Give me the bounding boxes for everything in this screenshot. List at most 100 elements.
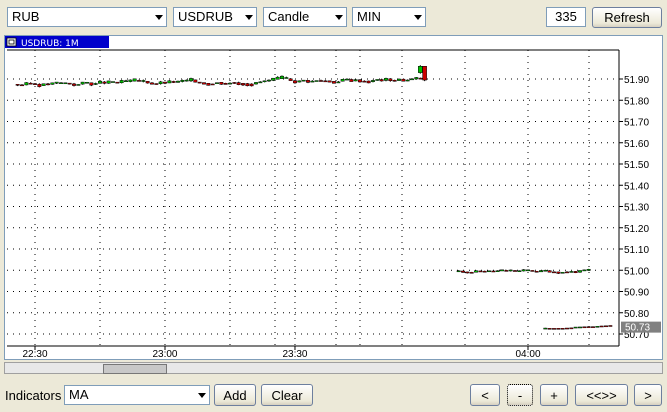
candle-down <box>573 271 578 274</box>
candle-down <box>560 328 565 330</box>
candle-down <box>392 79 397 82</box>
candle-up <box>310 80 315 83</box>
add-indicator-button[interactable]: Add <box>214 384 256 406</box>
candle-down <box>465 271 470 274</box>
candle-down <box>20 84 24 87</box>
chart-title: USDRUB: 1M <box>21 39 79 49</box>
symbol-select-value: USDRUB <box>178 9 233 24</box>
candle-up <box>560 272 565 274</box>
y-tick-label: 51.60 <box>624 139 649 150</box>
currency-select-value: RUB <box>12 9 40 24</box>
candle-down <box>219 82 224 85</box>
candle-down <box>241 83 245 86</box>
symbol-select[interactable]: USDRUB <box>173 7 257 27</box>
candle-up <box>521 269 526 272</box>
candle-down <box>33 83 37 85</box>
candlestick-chart: USDRUB: 1M 51.90 51.80 51.70 51.60 51.50 51.40… <box>5 36 661 359</box>
candle-up <box>578 326 582 329</box>
zoom-out-button[interactable]: - <box>507 384 533 406</box>
chart-type-select[interactable]: Candle <box>263 7 347 27</box>
window-icon <box>6 37 17 47</box>
candle-up <box>487 270 491 273</box>
nav-prev-button[interactable]: < <box>470 384 500 406</box>
candle-down <box>323 80 328 83</box>
candle-up <box>176 80 180 83</box>
x-tick-label: 23:30 <box>282 349 307 359</box>
candle-down <box>608 325 613 327</box>
candle-up <box>410 78 414 81</box>
candle-up <box>353 79 358 82</box>
candle-up <box>85 82 89 84</box>
candle-down <box>478 270 483 273</box>
candle-up <box>106 80 111 84</box>
x-tick-label: 22:30 <box>22 349 47 359</box>
candle-down <box>362 80 367 83</box>
y-tick-label: 51.40 <box>624 181 649 192</box>
scrollbar-thumb[interactable] <box>103 364 167 374</box>
candle-up <box>98 80 102 84</box>
candle-up <box>63 82 68 85</box>
candle-down <box>422 66 427 81</box>
candle-down <box>193 79 198 83</box>
candle-down <box>89 82 94 86</box>
candle-down <box>206 83 211 86</box>
chart-type-select-value: Candle <box>268 9 310 24</box>
candle-up <box>384 78 388 81</box>
candle-up <box>119 80 124 84</box>
candle-up <box>474 270 478 273</box>
y-tick-label: 50.80 <box>624 309 649 320</box>
candle-up <box>517 270 522 272</box>
candle-down <box>582 326 587 329</box>
candle-up <box>189 78 193 82</box>
candle-up <box>397 78 401 81</box>
candle-up <box>128 79 133 82</box>
fit-all-button[interactable]: <<>> <box>575 384 628 406</box>
candle-up <box>76 84 81 86</box>
candle-up <box>456 270 461 273</box>
candle-up <box>495 270 500 272</box>
candle-down <box>513 270 517 272</box>
indicator-select-value: MA <box>69 387 89 402</box>
candle-down <box>327 80 332 83</box>
candle-down <box>137 80 141 82</box>
indicator-select[interactable]: MA <box>64 385 210 405</box>
refresh-button[interactable]: Refresh <box>592 7 662 28</box>
candle-up <box>414 77 419 80</box>
chevron-down-icon <box>245 15 253 20</box>
candle-up <box>508 269 513 272</box>
candle-up <box>284 77 289 79</box>
candle-down <box>569 327 574 330</box>
currency-select[interactable]: RUB <box>7 7 167 27</box>
candle-up <box>80 81 85 85</box>
candle-down <box>154 83 159 85</box>
candle-down <box>379 79 384 82</box>
candle-up <box>340 79 345 82</box>
candle-up <box>595 326 600 328</box>
candle-up <box>124 80 128 82</box>
candle-up <box>54 81 59 84</box>
candle-down <box>210 83 215 86</box>
candle-up <box>262 80 267 83</box>
candle-up <box>375 79 380 81</box>
candle-count-input[interactable]: 335 <box>546 7 586 27</box>
y-tick-label: 50.90 <box>624 288 649 299</box>
candle-down <box>504 270 509 272</box>
candle-down <box>552 271 556 274</box>
candle-down <box>232 82 237 84</box>
candle-up <box>526 269 530 272</box>
nav-next-button[interactable]: > <box>634 384 662 406</box>
chart-scrollbar[interactable] <box>4 362 663 374</box>
chart-panel[interactable]: USDRUB: 1M 51.90 51.80 51.70 51.60 51.50 51.40… <box>4 35 663 360</box>
zoom-in-button[interactable]: + <box>540 384 568 406</box>
candle-down <box>223 83 228 85</box>
candle-down <box>366 80 371 84</box>
candle-down <box>482 270 487 273</box>
candle-up <box>167 80 172 84</box>
candle-up <box>141 80 146 82</box>
y-tick-label: 51.00 <box>624 266 649 277</box>
period-select[interactable]: MIN <box>352 7 426 27</box>
candle-up <box>297 80 302 83</box>
clear-indicators-button[interactable]: Clear <box>261 384 313 406</box>
candle-down <box>461 270 465 273</box>
y-tick-label: 51.50 <box>624 160 649 171</box>
